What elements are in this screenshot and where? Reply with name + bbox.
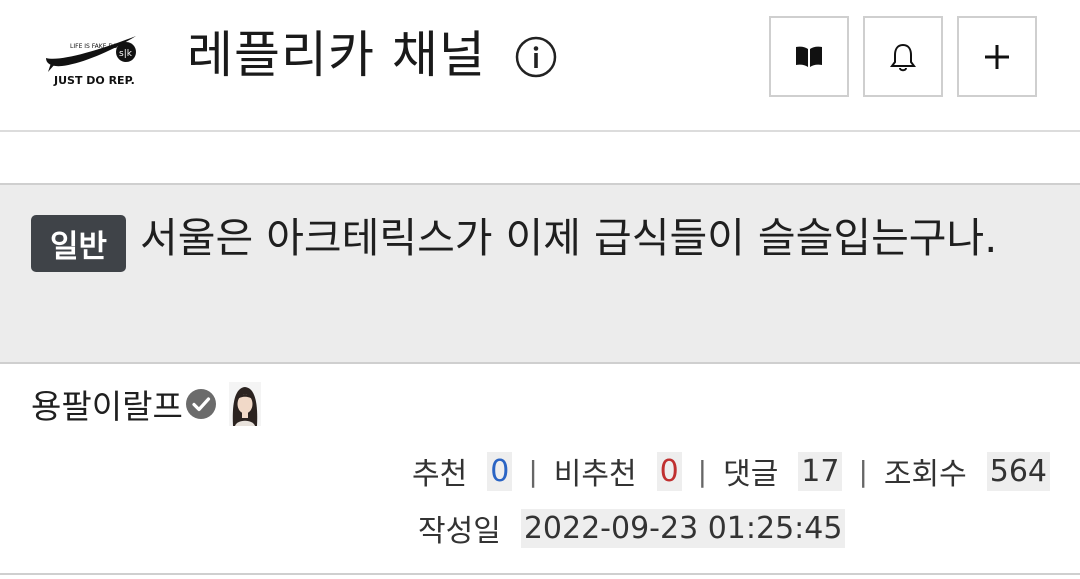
notification-button[interactable] xyxy=(863,16,943,97)
stat-separator: | xyxy=(528,454,538,488)
logo-badge-text: s|k xyxy=(119,49,133,59)
footer-divider xyxy=(0,573,1080,575)
comments-count: 17 xyxy=(798,451,843,491)
post-title-area: 서울은 아크테릭스가 이제 급식들이 슬슬입는구나. 일반 xyxy=(0,183,1080,364)
stat-separator: | xyxy=(697,454,708,488)
date-label: 작성일 xyxy=(418,514,501,549)
author-info: 용팔이랄프 xyxy=(31,382,261,426)
bell-icon xyxy=(890,43,916,71)
logo-small-text: LIFE IS FAKE DO xyxy=(70,43,118,50)
logo-slogan: JUST DO REP. xyxy=(53,74,135,87)
stat-separator: | xyxy=(858,454,868,488)
header-divider xyxy=(0,130,1080,132)
avatar[interactable] xyxy=(228,382,261,426)
channel-title[interactable]: 레플리카 채널 xyxy=(187,22,486,88)
post-stats: 추천 0 | 비추천 0 | 댓글 17 | 조회수 564 xyxy=(412,446,1050,496)
downvote-label: 비추천 xyxy=(553,457,637,492)
info-icon[interactable] xyxy=(515,36,557,78)
channel-logo[interactable]: LIFE IS FAKE DO s|k JUST DO REP. xyxy=(40,28,140,92)
upvote-label: 추천 xyxy=(412,457,468,492)
views-count: 564 xyxy=(986,451,1050,491)
downvote-count: 0 xyxy=(656,451,682,491)
category-badge[interactable]: 일반 xyxy=(31,215,126,272)
post-date: 작성일 2022-09-23 01:25:45 xyxy=(418,505,846,551)
comments-label: 댓글 xyxy=(723,457,779,492)
channel-header: LIFE IS FAKE DO s|k JUST DO REP. 레플리카 채널 xyxy=(0,0,1080,130)
author-name[interactable]: 용팔이랄프 xyxy=(31,380,183,428)
subscribe-button[interactable] xyxy=(957,16,1037,97)
plus-icon xyxy=(985,44,1009,69)
views-label: 조회수 xyxy=(883,457,967,492)
bookmark-button[interactable] xyxy=(769,16,849,97)
date-value: 2022-09-23 01:25:45 xyxy=(520,508,846,548)
book-icon xyxy=(796,46,822,67)
upvote-count: 0 xyxy=(487,451,513,491)
post-title: 서울은 아크테릭스가 이제 급식들이 슬슬입는구나. xyxy=(140,214,998,262)
verified-icon xyxy=(185,389,216,419)
